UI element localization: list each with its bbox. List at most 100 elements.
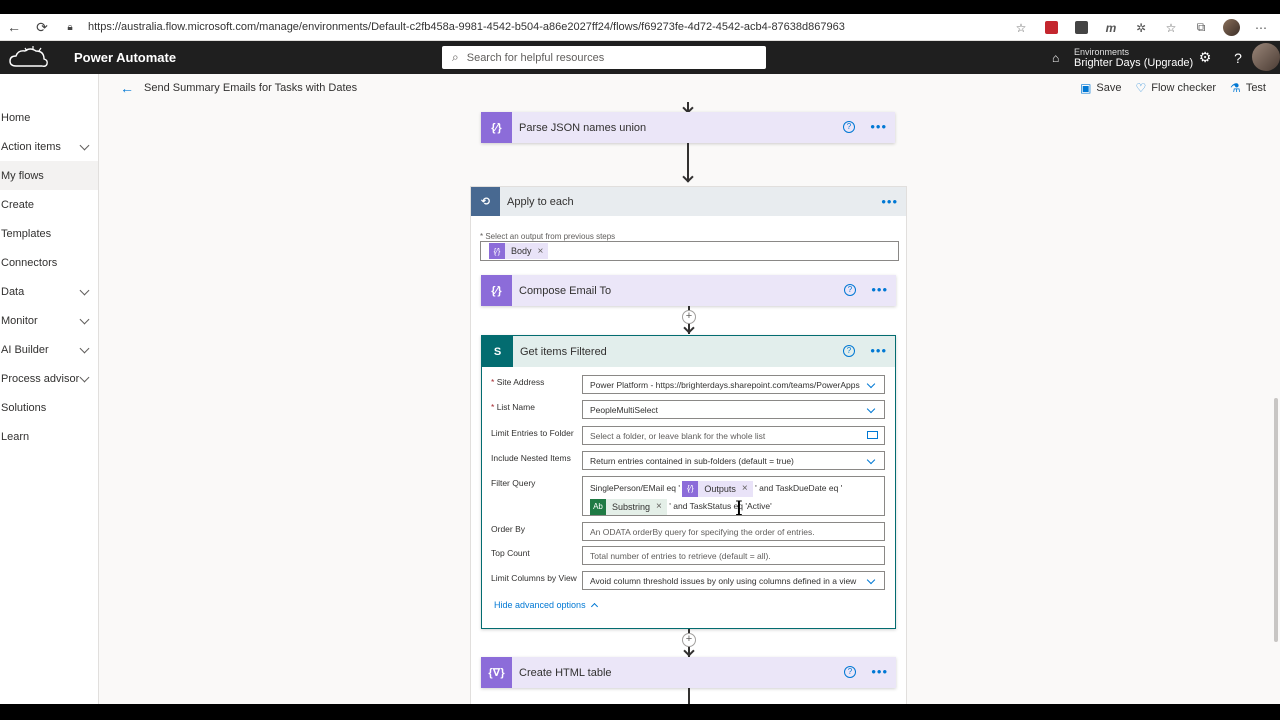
field-value: Return entries contained in sub-folders …	[590, 455, 794, 466]
save-button[interactable]: ▣ Save	[1080, 81, 1121, 95]
test-button[interactable]: ⚗ Test	[1230, 81, 1266, 95]
order-by-input[interactable]: An ODATA orderBy query for specifying th…	[582, 522, 885, 541]
nav-item-learn[interactable]: Learn	[0, 422, 98, 451]
app-name[interactable]: Power Automate	[74, 50, 176, 65]
back-icon[interactable]: ←	[0, 14, 28, 41]
limit-columns-dropdown[interactable]: Avoid column threshold issues by only us…	[582, 571, 885, 590]
nav-label: Solutions	[1, 401, 47, 414]
nav-item-solutions[interactable]: Solutions	[0, 393, 98, 422]
nav-label: Learn	[1, 430, 30, 443]
data-operation-icon: {⁄}	[682, 480, 699, 497]
test-label: Test	[1245, 82, 1266, 94]
chevron-down-icon	[866, 575, 876, 585]
remove-token-icon[interactable]: ×	[656, 498, 662, 515]
more-options-icon[interactable]: •••	[871, 282, 888, 297]
body-token[interactable]: {⁄} Body ×	[489, 243, 549, 259]
help-icon[interactable]: ?	[844, 284, 856, 296]
extension-m-icon[interactable]: m	[1098, 14, 1124, 41]
flow-checker-button[interactable]: ♡ Flow checker	[1135, 81, 1216, 95]
nav-item-templates[interactable]: Templates	[0, 219, 98, 248]
select-output-input[interactable]: {⁄} Body ×	[480, 241, 899, 261]
environment-name: Brighter Days (Upgrade)	[1074, 57, 1194, 69]
vertical-scrollbar[interactable]	[1272, 102, 1280, 704]
nav-label: Process advisor	[1, 372, 80, 385]
favorite-star-icon[interactable]: ☆	[1008, 14, 1034, 41]
nav-item-action-items[interactable]: Action items	[0, 132, 98, 161]
hide-advanced-options-link[interactable]: Hide advanced options	[494, 600, 598, 611]
help-icon[interactable]: ?	[844, 666, 856, 678]
help-icon[interactable]: ?	[843, 121, 855, 133]
more-options-icon[interactable]: •••	[881, 194, 898, 209]
limit-folder-input[interactable]: Select a folder, or leave blank for the …	[582, 426, 885, 445]
action-title: Create HTML table	[519, 666, 612, 679]
chevron-down-icon[interactable]	[79, 343, 90, 354]
filter-query-input[interactable]: SinglePerson/EMail eq ' {⁄} Outputs × ' …	[582, 476, 885, 516]
extension-grid-icon[interactable]	[1068, 14, 1094, 41]
user-avatar[interactable]	[1252, 43, 1280, 71]
chevron-down-icon	[866, 455, 876, 465]
list-name-dropdown[interactable]: PeopleMultiSelect	[582, 400, 885, 419]
collections-icon[interactable]: ⧉	[1188, 14, 1214, 41]
nav-item-process-advisor[interactable]: Process advisor	[0, 364, 98, 393]
environment-icon: ⌂	[1052, 51, 1060, 65]
chevron-down-icon[interactable]	[79, 285, 90, 296]
apply-to-each-container[interactable]: ⟲ Apply to each ••• * Select an output f…	[470, 186, 907, 704]
extensions-puzzle-icon[interactable]: ✲	[1128, 14, 1154, 41]
nav-item-data[interactable]: Data	[0, 277, 98, 306]
command-bar: ← Send Summary Emails for Tasks with Dat…	[100, 74, 1280, 102]
nav-label: Monitor	[1, 314, 38, 327]
nav-item-connectors[interactable]: Connectors	[0, 248, 98, 277]
action-card-create-html-table[interactable]: {∇} Create HTML table ? •••	[481, 657, 896, 688]
action-title: Get items Filtered	[520, 345, 607, 358]
nested-items-label: Include Nested Items	[491, 453, 571, 463]
action-card-get-items[interactable]: S Get items Filtered ? ••• * Site Addres…	[481, 335, 896, 629]
flow-checker-label: Flow checker	[1151, 82, 1217, 94]
search-box[interactable]: ⌕ Search for helpful resources	[442, 46, 766, 69]
power-automate-logo-icon[interactable]	[0, 41, 56, 74]
more-options-icon[interactable]: •••	[870, 343, 887, 358]
nav-item-my-flows[interactable]: My flows	[0, 161, 98, 190]
action-card-compose[interactable]: {⁄} Compose Email To ? •••	[481, 275, 896, 306]
settings-gear-icon[interactable]: ⚙	[1190, 41, 1220, 74]
field-value: Power Platform - https://brighterdays.sh…	[590, 379, 860, 390]
nav-label: Create	[1, 198, 35, 211]
nav-label: Templates	[1, 227, 52, 240]
nav-item-create[interactable]: Create	[0, 190, 98, 219]
environment-picker[interactable]: ⌂ Environments Brighter Days (Upgrade)	[1052, 44, 1193, 72]
nested-items-dropdown[interactable]: Return entries contained in sub-folders …	[582, 451, 885, 470]
help-icon[interactable]: ?	[843, 345, 855, 357]
refresh-icon[interactable]: ⟳	[28, 14, 56, 41]
site-address-dropdown[interactable]: Power Platform - https://brighterdays.sh…	[582, 375, 885, 394]
data-operation-icon: {∇}	[481, 657, 512, 688]
nav-label: Action items	[1, 140, 61, 153]
favorites-icon[interactable]: ☆	[1158, 14, 1184, 41]
address-bar[interactable]: https://australia.flow.microsoft.com/man…	[88, 21, 848, 33]
arrow-head	[682, 171, 694, 183]
nav-label: Connectors	[1, 256, 58, 269]
order-by-label: Order By	[491, 524, 526, 534]
chevron-down-icon[interactable]	[79, 140, 90, 151]
nav-item-monitor[interactable]: Monitor	[0, 306, 98, 335]
substring-token[interactable]: Ab Substring ×	[590, 498, 667, 515]
remove-token-icon[interactable]: ×	[538, 246, 544, 257]
nav-item-ai-builder[interactable]: AI Builder	[0, 335, 98, 364]
nav-item-home[interactable]: Home	[0, 103, 98, 132]
top-count-input[interactable]: Total number of entries to retrieve (def…	[582, 546, 885, 565]
chevron-up-icon	[590, 602, 598, 611]
action-card-parse-json[interactable]: {⁄} Parse JSON names union ? •••	[481, 112, 895, 143]
more-options-icon[interactable]: •••	[871, 664, 888, 679]
chevron-down-icon[interactable]	[79, 372, 90, 383]
more-options-icon[interactable]: •••	[870, 119, 887, 134]
extension-calendar-icon[interactable]	[1038, 14, 1064, 41]
help-icon[interactable]: ?	[1223, 41, 1253, 74]
top-count-label: Top Count	[491, 548, 530, 558]
chevron-down-icon[interactable]	[79, 314, 90, 325]
profile-avatar[interactable]	[1218, 14, 1244, 41]
browser-menu-icon[interactable]: ⋯	[1248, 14, 1274, 41]
back-arrow-icon[interactable]: ←	[120, 80, 136, 96]
scrollbar-thumb[interactable]	[1274, 398, 1278, 642]
limit-folder-label: Limit Entries to Folder	[491, 428, 574, 438]
outputs-token[interactable]: {⁄} Outputs ×	[682, 480, 753, 497]
field-placeholder: Select a folder, or leave blank for the …	[590, 430, 766, 441]
folder-icon[interactable]	[867, 431, 878, 439]
